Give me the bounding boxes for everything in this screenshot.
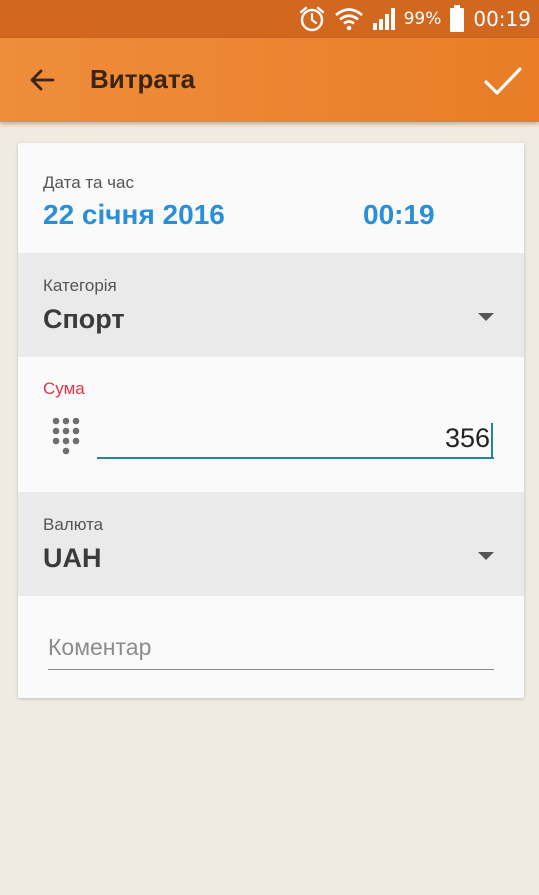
status-bar: 99% 00:19	[0, 0, 539, 38]
time-picker[interactable]: 00:19	[363, 199, 435, 231]
signal-icon	[372, 7, 398, 31]
checkmark-icon	[484, 67, 522, 95]
comment-section	[18, 596, 524, 698]
date-time-section: Дата та час 22 січня 2016 00:19	[18, 143, 524, 253]
status-time: 00:19	[473, 7, 531, 31]
date-picker[interactable]: 22 січня 2016	[43, 199, 225, 231]
alarm-icon	[298, 5, 326, 33]
comment-input[interactable]	[48, 626, 494, 670]
chevron-down-icon	[478, 313, 494, 321]
chevron-down-icon	[478, 552, 494, 560]
battery-icon	[449, 5, 465, 33]
currency-value: UAH	[43, 543, 102, 573]
category-value: Спорт	[43, 304, 125, 334]
back-arrow-icon	[30, 69, 55, 91]
currency-dropdown[interactable]: Валюта UAH	[18, 492, 524, 596]
category-label: Категорія	[43, 276, 117, 295]
keypad-icon[interactable]	[48, 415, 88, 465]
amount-input[interactable]	[97, 419, 494, 459]
category-dropdown[interactable]: Категорія Спорт	[18, 253, 524, 357]
text-caret	[491, 423, 493, 459]
date-time-label: Дата та час	[43, 173, 134, 192]
amount-section: Сума	[18, 357, 524, 492]
amount-label: Сума	[43, 379, 85, 398]
expense-form-card: Дата та час 22 січня 2016 00:19 Категорі…	[18, 143, 524, 698]
confirm-button[interactable]	[481, 60, 525, 104]
currency-label: Валюта	[43, 515, 104, 534]
battery-percent: 99%	[403, 9, 442, 29]
app-bar: Витрата	[0, 38, 539, 122]
wifi-icon	[334, 7, 364, 31]
back-button[interactable]	[22, 60, 62, 100]
page-title: Витрата	[90, 64, 196, 94]
